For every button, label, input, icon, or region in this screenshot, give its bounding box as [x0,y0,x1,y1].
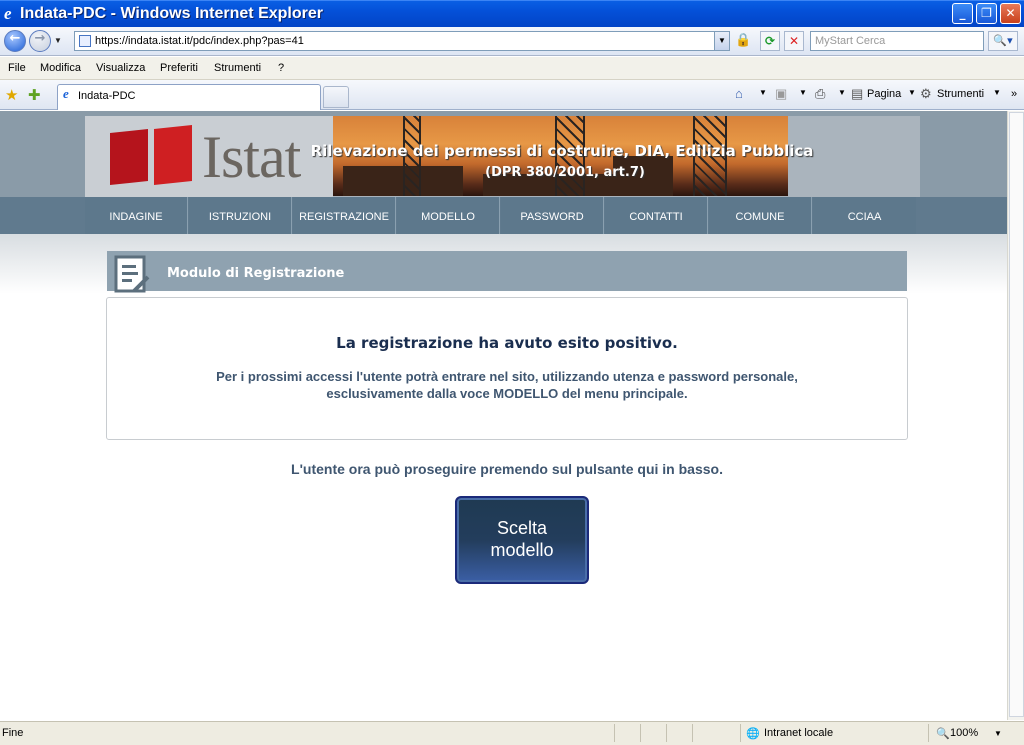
nav-indagine[interactable]: INDAGINE [85,197,188,234]
vertical-scrollbar[interactable] [1007,111,1024,720]
tools-menu-button[interactable]: Strumenti [937,88,984,100]
home-dropdown-icon[interactable]: ▼ [759,88,767,97]
status-separator [740,724,741,742]
window-title-bar: e Indata-PDC - Windows Internet Explorer… [0,0,1024,27]
page-menu-button[interactable]: Pagina [867,88,901,100]
new-tab-button[interactable] [323,86,349,108]
module-title: Modulo di Registrazione [167,266,345,281]
menu-modifica[interactable]: Modifica [40,62,81,74]
status-bar: Fine 🌐 Intranet locale 🔍 100% ▼ [0,721,1024,745]
forward-button[interactable]: → [29,30,51,52]
istat-logo-text: Istat [202,124,301,190]
tab-indata-pdc[interactable]: e Indata-PDC [57,84,321,110]
istat-logo-mark-left [110,129,148,185]
nav-istruzioni[interactable]: ISTRUZIONI [189,197,292,234]
success-message: La registrazione ha avuto esito positivo… [336,334,678,352]
info-message-line1: Per i prossimi accessi l'utente potrà en… [216,369,798,384]
status-separator [640,724,641,742]
add-favorites-icon[interactable]: ✚ [28,86,41,104]
intranet-globe-icon: 🌐 [746,728,760,740]
refresh-button[interactable]: ⟳ [760,31,780,51]
scrollbar-thumb[interactable] [1009,112,1024,717]
page-dropdown-icon[interactable]: ▼ [908,88,916,97]
nav-registrazione[interactable]: REGISTRAZIONE [293,197,396,234]
menu-file[interactable]: File [8,62,26,74]
tools-dropdown-icon[interactable]: ▼ [993,88,1001,97]
menu-help[interactable]: ? [278,62,284,74]
tab-bar: ★ ✚ e Indata-PDC ⌂ ▼ ▣ ▼ ⎙ ▼ ▤ Pagina ▼ … [0,80,1024,110]
tab-label: Indata-PDC [78,90,136,102]
lock-icon[interactable]: 🔒 [735,32,751,50]
zoom-dropdown-icon[interactable]: ▼ [994,729,1002,738]
banner-subtitle: (DPR 380/2001, art.7) [485,165,645,180]
zoom-level[interactable]: 100% [950,727,978,739]
istat-logo-mark-right [154,125,192,185]
minimize-button[interactable]: _ [952,3,973,24]
maximize-button[interactable]: ❐ [976,3,997,24]
tools-gear-icon: ⚙ [920,86,932,101]
history-dropdown-icon[interactable]: ▼ [54,36,62,45]
menu-bar: File Modifica Visualizza Preferiti Strum… [0,57,1024,80]
tab-ie-icon: e [63,86,69,101]
zoom-icon: 🔍 [936,728,950,740]
page-icon: ▤ [851,86,864,101]
status-separator [692,724,693,742]
window-title: Indata-PDC - Windows Internet Explorer [20,5,323,22]
info-message: Per i prossimi accessi l'utente potrà en… [106,368,908,402]
close-window-button[interactable]: ✕ [1000,3,1021,24]
address-input[interactable]: https://indata.istat.it/pdc/index.php?pa… [74,31,730,51]
banner-title: Rilevazione dei permessi di costruire, D… [310,142,814,160]
info-message-line2: esclusivamente dalla voce MODELLO del me… [326,386,688,401]
nav-password[interactable]: PASSWORD [501,197,604,234]
print-icon[interactable]: ⎙ [815,86,825,102]
status-separator [614,724,615,742]
nav-comune[interactable]: COMUNE [709,197,812,234]
status-text: Fine [2,727,24,739]
feeds-icon[interactable]: ▣ [775,86,787,102]
nav-contatti[interactable]: CONTATTI [605,197,708,234]
favorites-star-icon[interactable]: ★ [5,86,18,104]
page-content: Istat Rilevazione dei permessi di costru… [0,111,1007,720]
nav-modello[interactable]: MODELLO [397,197,500,234]
back-button[interactable]: ← [4,30,26,52]
status-separator [928,724,929,742]
stop-button[interactable]: ✕ [784,31,804,51]
address-toolbar: ← → ▼ https://indata.istat.it/pdc/index.… [0,27,1024,56]
search-placeholder: MyStart Cerca [815,35,886,47]
home-icon[interactable]: ⌂ [735,86,743,101]
security-zone-text: Intranet locale [764,727,834,739]
address-url-text: https://indata.istat.it/pdc/index.php?pa… [95,35,304,47]
search-button[interactable]: 🔍▾ [988,31,1018,51]
proceed-message: L'utente ora può proseguire premendo sul… [291,461,723,477]
button-label-line2: modello [490,540,554,560]
menu-strumenti[interactable]: Strumenti [214,62,261,74]
form-document-icon [114,255,150,293]
address-dropdown-icon[interactable]: ▼ [714,32,729,50]
menu-visualizza[interactable]: Visualizza [96,62,145,74]
menu-preferiti[interactable]: Preferiti [160,62,198,74]
search-input[interactable]: MyStart Cerca [810,31,984,51]
print-dropdown-icon[interactable]: ▼ [838,88,846,97]
feeds-dropdown-icon[interactable]: ▼ [799,88,807,97]
chevron-right-icon[interactable]: » [1011,88,1017,100]
page-favicon-icon [79,35,91,47]
nav-cciaa[interactable]: CCIAA [813,197,916,234]
scelta-modello-button[interactable]: Scelta modello [455,496,589,584]
status-separator [666,724,667,742]
button-label-line1: Scelta [496,518,548,538]
